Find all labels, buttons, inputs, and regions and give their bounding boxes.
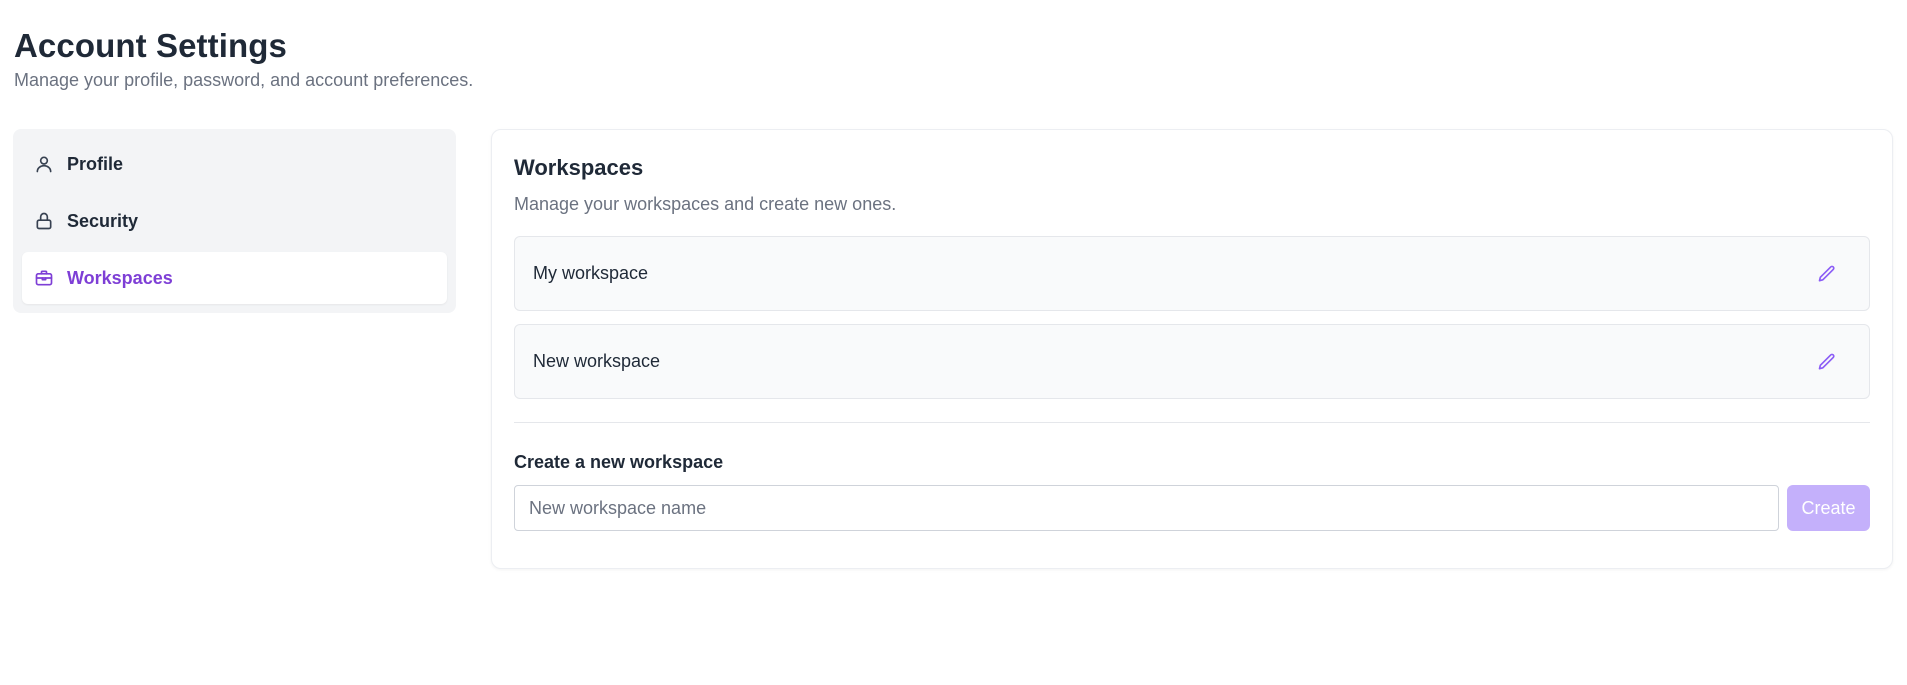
- workspace-list: My workspace New workspace: [514, 236, 1870, 399]
- sidebar-item-label: Workspaces: [67, 267, 173, 288]
- create-button[interactable]: Create: [1787, 485, 1870, 531]
- workspace-name: New workspace: [533, 351, 661, 371]
- edit-workspace-button[interactable]: [1813, 260, 1841, 288]
- section-divider: [514, 422, 1870, 423]
- sidebar-item-label: Profile: [67, 153, 124, 174]
- account-settings-page: Account Settings Manage your profile, pa…: [0, 0, 1907, 685]
- workspaces-card: Workspaces Manage your workspaces and cr…: [491, 129, 1893, 569]
- sidebar-item-profile[interactable]: Profile: [22, 138, 447, 190]
- pencil-icon: [1818, 353, 1835, 369]
- pencil-icon: [1818, 265, 1835, 281]
- workspace-item: My workspace: [514, 236, 1870, 311]
- workspace-name: My workspace: [533, 263, 649, 283]
- settings-sidebar: Profile Security Workspaces: [13, 129, 456, 313]
- briefcase-icon: [34, 268, 54, 288]
- page-header: Account Settings Manage your profile, pa…: [14, 26, 473, 92]
- create-workspace-label: Create a new workspace: [514, 452, 724, 472]
- page-title: Account Settings: [14, 27, 287, 64]
- lock-icon: [34, 211, 54, 231]
- sidebar-item-security[interactable]: Security: [22, 195, 447, 247]
- workspace-item: New workspace: [514, 324, 1870, 399]
- page-subtitle: Manage your profile, password, and accou…: [14, 70, 474, 90]
- user-icon: [34, 154, 54, 174]
- workspace-name-input[interactable]: [514, 485, 1779, 531]
- edit-workspace-button[interactable]: [1813, 348, 1841, 376]
- section-title: Workspaces: [514, 155, 644, 180]
- sidebar-item-label: Security: [67, 210, 139, 231]
- section-subtitle: Manage your workspaces and create new on…: [514, 194, 897, 214]
- sidebar-item-workspaces[interactable]: Workspaces: [22, 252, 447, 304]
- create-workspace-form: Create: [514, 485, 1870, 531]
